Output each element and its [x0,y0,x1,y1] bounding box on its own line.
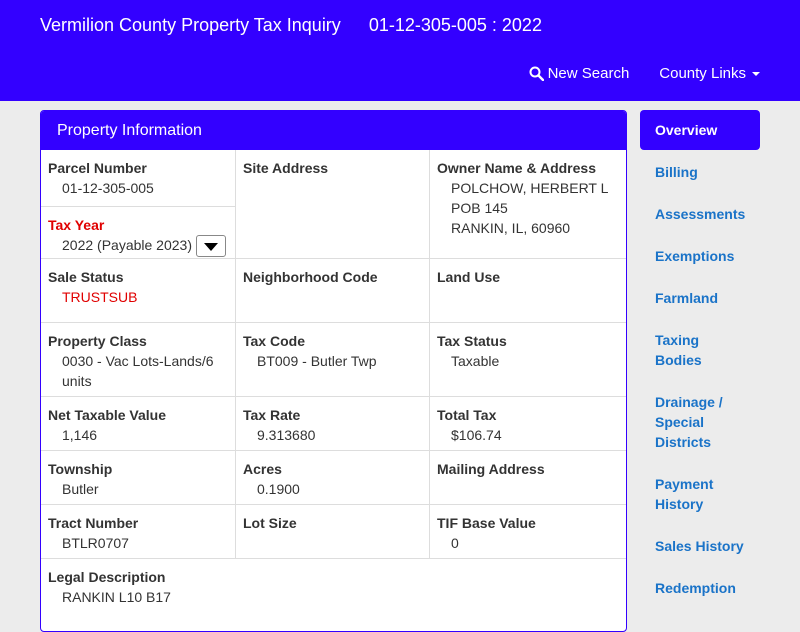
sidebar-item-drainage[interactable]: Drainage / Special Districts [640,382,760,462]
tract-number-label: Tract Number [48,515,139,531]
parcel-title: 01-12-305-005 : 2022 [368,15,542,35]
land-use-label: Land Use [437,269,501,285]
tax-year-dropdown-button[interactable] [196,235,226,258]
owner-label: Owner Name & Address [437,160,596,176]
sidebar-item-assessments[interactable]: Assessments [640,194,760,234]
parcel-cell: Parcel Number 01-12-305-005 Tax Year 202… [41,150,235,258]
neighborhood-cell: Neighborhood Code [235,259,429,322]
tract-number-value: BTLR0707 [62,535,129,551]
sale-status-value: TRUSTSUB [62,289,138,305]
acres-label: Acres [243,461,282,477]
lot-size-cell: Lot Size [235,505,429,558]
caret-down-icon [752,71,760,76]
property-class-value: 0030 - Vac Lots-Lands/6 units [62,353,214,389]
table-row: Legal Description RANKIN L10 B17 [41,559,626,615]
mailing-address-cell: Mailing Address [429,451,626,504]
sidebar-item-overview[interactable]: Overview [640,110,760,150]
lot-size-label: Lot Size [243,515,297,531]
tax-status-cell: Tax Status Taxable [429,323,626,396]
owner-cell: Owner Name & Address POLCHOW, HERBERT L … [429,150,626,258]
parcel-number-value: 01-12-305-005 [62,180,154,196]
tif-base-label: TIF Base Value [437,515,536,531]
property-class-label: Property Class [48,333,147,349]
sidebar-item-sales-history[interactable]: Sales History [640,526,760,566]
sidebar-item-farmland[interactable]: Farmland [640,278,760,318]
tax-code-cell: Tax Code BT009 - Butler Twp [235,323,429,396]
township-cell: Township Butler [41,451,235,504]
township-label: Township [48,461,113,477]
top-navbar: Vermilion County Property Tax Inquiry 01-… [0,0,800,101]
net-taxable-value: 1,146 [62,427,98,443]
total-tax-cell: Total Tax $106.74 [429,397,626,450]
township-value: Butler [62,481,99,497]
tax-status-value: Taxable [451,353,500,369]
property-class-cell: Property Class 0030 - Vac Lots-Lands/6 u… [41,323,235,396]
sale-status-label: Sale Status [48,269,124,285]
parcel-number-label: Parcel Number [48,160,147,176]
tax-year-value: 2022 (Payable 2023) [62,237,192,253]
sidebar-item-taxing-bodies[interactable]: Taxing Bodies [640,320,760,380]
owner-line2: POB 145 [451,200,508,216]
table-row: Sale Status TRUSTSUB Neighborhood Code L… [41,259,626,323]
tax-year-select[interactable]: 2022 (Payable 2023) [48,235,228,258]
acres-value: 0.1900 [257,481,300,497]
sidebar-item-billing[interactable]: Billing [640,152,760,192]
legal-description-value: RANKIN L10 B17 [62,589,171,605]
nav-right: New Search County Links [529,65,760,82]
mailing-address-label: Mailing Address [437,461,545,477]
sale-status-cell: Sale Status TRUSTSUB [41,259,235,322]
table-row: Township Butler Acres 0.1900 Mailing Add… [41,451,626,505]
site-address-label: Site Address [243,160,329,176]
page-title: Vermilion County Property Tax Inquiry 01-… [40,14,542,36]
table-row: Tract Number BTLR0707 Lot Size TIF Base … [41,505,626,559]
tif-base-value: 0 [451,535,459,551]
total-tax-value: $106.74 [451,427,502,443]
sidebar-item-payment-history[interactable]: Payment History [640,464,760,524]
sidebar-nav: Overview Billing Assessments Exemptions … [640,110,760,610]
sidebar-item-exemptions[interactable]: Exemptions [640,236,760,276]
table-row: Parcel Number 01-12-305-005 Tax Year 202… [41,150,626,259]
net-taxable-label: Net Taxable Value [48,407,167,423]
legal-description-label: Legal Description [48,569,166,585]
owner-line1: POLCHOW, HERBERT L [451,180,609,196]
tax-status-label: Tax Status [437,333,507,349]
app-title: Vermilion County Property Tax Inquiry [40,15,341,35]
chevron-down-icon [204,243,218,252]
tax-year-block: Tax Year 2022 (Payable 2023) [41,206,235,258]
tif-cell: TIF Base Value 0 [429,505,626,558]
property-information-panel: Property Information Parcel Number 01-12… [40,110,627,632]
sidebar-item-redemption[interactable]: Redemption [640,568,760,608]
county-links-dropdown[interactable]: County Links [659,65,760,82]
search-icon [529,66,544,81]
table-row: Net Taxable Value 1,146 Tax Rate 9.31368… [41,397,626,451]
tax-code-label: Tax Code [243,333,305,349]
property-grid: Parcel Number 01-12-305-005 Tax Year 202… [41,150,626,615]
tract-cell: Tract Number BTLR0707 [41,505,235,558]
tax-code-value: BT009 - Butler Twp [257,353,377,369]
table-row: Property Class 0030 - Vac Lots-Lands/6 u… [41,323,626,397]
tax-rate-cell: Tax Rate 9.313680 [235,397,429,450]
tax-rate-label: Tax Rate [243,407,301,423]
county-links-label: County Links [659,65,746,82]
panel-title: Property Information [41,111,626,150]
tax-year-label: Tax Year [48,217,105,233]
net-taxable-cell: Net Taxable Value 1,146 [41,397,235,450]
owner-line3: RANKIN, IL, 60960 [451,220,571,236]
land-use-cell: Land Use [429,259,626,322]
new-search-link[interactable]: New Search [529,65,630,82]
site-address-cell: Site Address [235,150,429,258]
legal-description-cell: Legal Description RANKIN L10 B17 [41,559,626,615]
acres-cell: Acres 0.1900 [235,451,429,504]
total-tax-label: Total Tax [437,407,497,423]
new-search-label: New Search [547,65,630,82]
tax-rate-value: 9.313680 [257,427,316,443]
neighborhood-label: Neighborhood Code [243,269,378,285]
